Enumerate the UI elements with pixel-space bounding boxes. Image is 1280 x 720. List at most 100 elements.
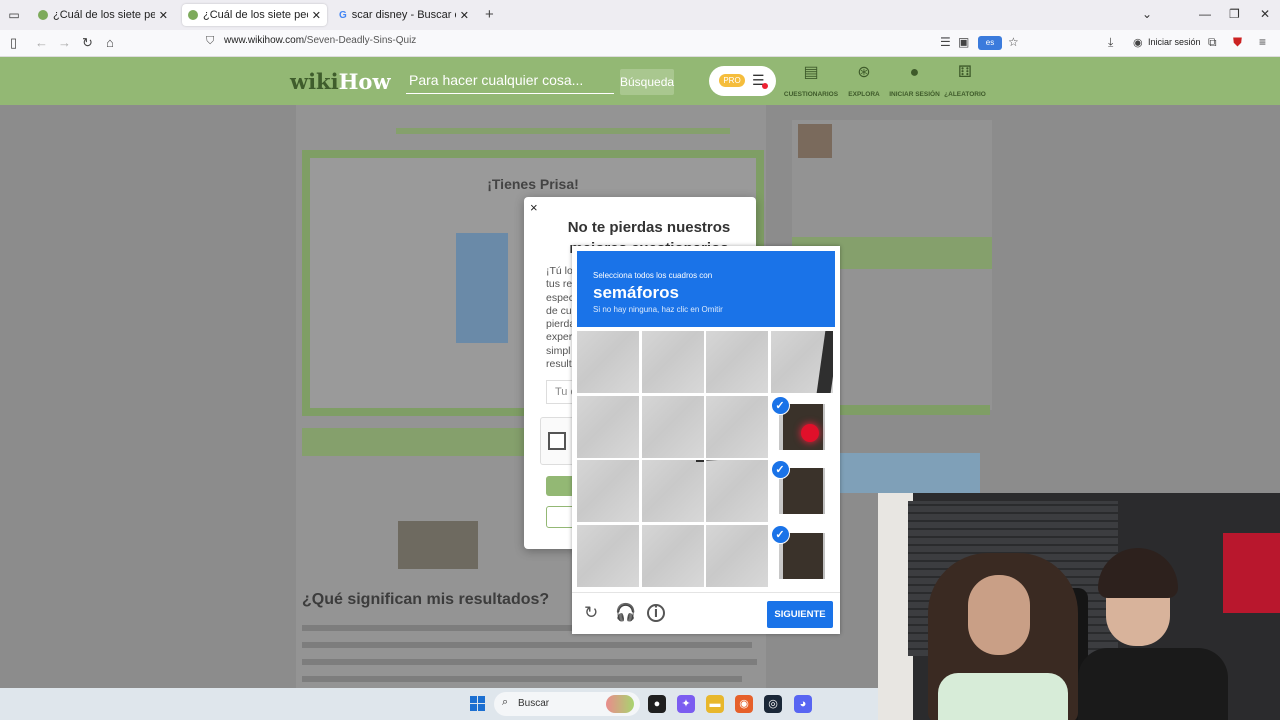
taskbar-search-label: Buscar (518, 698, 550, 709)
ublock-extension-icon[interactable]: ⛊ (1233, 35, 1242, 50)
webcam-person-right (1078, 548, 1228, 720)
firefox-icon[interactable]: ◉ (735, 695, 753, 713)
close-tab-icon[interactable]: ✕ (312, 9, 321, 22)
webcam-shirt (938, 673, 1068, 720)
headphones-icon[interactable]: 🎧 (615, 603, 636, 623)
logo-how: How (338, 69, 391, 94)
discord-icon[interactable]: ◕ (794, 695, 812, 713)
captcha-tile[interactable] (641, 331, 704, 393)
reload-icon[interactable]: ↻ (584, 603, 598, 623)
captcha-tile[interactable] (706, 460, 768, 522)
reader-view-icon[interactable]: ☰ (940, 35, 951, 49)
webcam-shelf (1223, 533, 1280, 613)
traffic-light-arm-shape (695, 460, 704, 462)
windows-taskbar: ⌕ Buscar ● ✦ ▬ ◉ ◎ ◕ (0, 688, 878, 720)
nav-random[interactable]: ⚅ ¿ALEATORIO (944, 63, 986, 98)
menu-icon[interactable]: ≡ (1259, 35, 1266, 49)
extensions-icon[interactable]: ⧉ (1208, 35, 1217, 50)
next-button[interactable]: SIGUIENTE (767, 601, 833, 628)
captcha-tile[interactable] (577, 460, 639, 522)
webcam-person-left (928, 553, 1078, 720)
character-image (456, 233, 508, 343)
pole-shape (816, 331, 833, 393)
copilot-icon[interactable]: ✦ (677, 695, 695, 713)
url-host: www.wikihow.com (224, 35, 305, 46)
nav-login[interactable]: ● INICIAR SESIÓN (887, 63, 942, 98)
webcam-hair (1098, 548, 1178, 598)
author-avatar (798, 124, 832, 158)
logo-wiki: wiki (290, 69, 339, 94)
taskbar-search[interactable]: ⌕ Buscar (494, 692, 640, 716)
close-tab-icon[interactable]: ✕ (159, 9, 168, 22)
captcha-tile[interactable] (706, 395, 768, 458)
captcha-tile[interactable] (641, 460, 704, 522)
sidebar-toggle-icon[interactable]: ▯ (10, 35, 17, 51)
notification-dot (762, 83, 768, 89)
recaptcha-challenge: Selecciona todos los cuadros con semáfor… (572, 246, 840, 634)
user-icon: ● (909, 64, 920, 81)
captcha-tile[interactable]: ✓ (770, 524, 833, 587)
close-window-icon[interactable]: ✕ (1260, 7, 1270, 21)
start-icon[interactable] (470, 696, 485, 711)
info-icon[interactable]: i (647, 604, 665, 622)
bookmark-star-icon[interactable]: ☆ (1008, 35, 1019, 49)
tab-label: scar disney - Buscar con Google (351, 9, 456, 21)
file-explorer-icon[interactable]: ▬ (706, 695, 724, 713)
close-tab-icon[interactable]: ✕ (460, 9, 469, 22)
site-info-icon[interactable]: ⛉ (206, 35, 214, 48)
back-icon[interactable]: ← (35, 35, 48, 50)
browser-tab-active[interactable]: ¿Cuál de los siete pecados capi ✕ (182, 4, 327, 26)
tab-label: ¿Cuál de los siete pecados capi (53, 9, 155, 21)
nav-label: INICIAR SESIÓN (889, 91, 940, 98)
wikihow-search-button[interactable]: Búsqueda (620, 69, 674, 95)
captcha-tile[interactable] (577, 524, 639, 587)
captcha-tile[interactable] (641, 524, 704, 587)
wikihow-favicon-icon (38, 10, 48, 20)
reload-icon[interactable]: ↻ (82, 35, 93, 51)
captcha-tile[interactable]: ✓ (770, 395, 833, 458)
captcha-tile[interactable]: ✓ (770, 460, 833, 522)
downloads-icon[interactable]: ⤓ (1108, 35, 1113, 50)
selected-check-icon: ✓ (770, 460, 790, 479)
compass-icon: ⊛ (857, 64, 871, 81)
nav-quizzes[interactable]: ▤ CUESTIONARIOS (783, 63, 839, 98)
recaptcha-checkbox[interactable] (548, 432, 566, 450)
selected-check-icon: ✓ (770, 524, 790, 544)
nav-explore[interactable]: ⊛ EXPLORA (846, 63, 882, 98)
captcha-tile[interactable] (706, 524, 768, 587)
selected-check-icon: ✓ (770, 395, 790, 415)
tab-overflow-chevron-icon[interactable]: ⌄ (1142, 7, 1152, 21)
webcam-shirt (1078, 648, 1228, 720)
home-icon[interactable]: ⌂ (106, 35, 114, 50)
maximize-icon[interactable]: ❐ (1229, 7, 1240, 21)
captcha-tile[interactable] (641, 395, 704, 458)
pro-badge: PRO (719, 74, 745, 87)
forward-icon[interactable]: → (58, 35, 71, 50)
results-heading: ¿Qué significan mis resultados? (302, 591, 550, 608)
captcha-tile[interactable] (577, 395, 639, 458)
browser-tab[interactable]: ¿Cuál de los siete pecados capi ✕ (32, 4, 174, 26)
address-bar[interactable]: www.wikihow.com/Seven-Deadly-Sins-Quiz (224, 35, 416, 46)
close-icon[interactable]: × (530, 200, 538, 215)
wikihow-favicon-icon (188, 10, 198, 20)
new-tab-icon[interactable]: + (485, 6, 494, 23)
captcha-tile[interactable] (770, 331, 833, 393)
signin-button[interactable]: Iniciar sesión (1148, 37, 1201, 47)
translate-icon[interactable]: es (978, 36, 1002, 50)
wikihow-logo[interactable]: wikiHow (290, 69, 391, 94)
nav-label: EXPLORA (848, 91, 880, 98)
github-icon[interactable]: ● (648, 695, 666, 713)
search-highlight-icon (606, 695, 634, 713)
nav-label: CUESTIONARIOS (783, 91, 839, 98)
screenshot-icon[interactable]: ▣ (958, 35, 969, 49)
traffic-light-shape (782, 468, 823, 514)
steam-icon[interactable]: ◎ (764, 695, 782, 713)
browser-tab[interactable]: G scar disney - Buscar con Google ✕ (333, 4, 475, 26)
minimize-icon[interactable]: — (1199, 7, 1211, 21)
captcha-tile[interactable] (577, 331, 639, 393)
captcha-tile[interactable] (706, 331, 768, 393)
wikihow-search-input[interactable]: Para hacer cualquier cosa... (406, 72, 614, 94)
pro-menu-button[interactable]: PRO ☰ (709, 66, 776, 96)
browser-tabbar: ▭ ¿Cuál de los siete pecados capi ✕ ¿Cuá… (0, 0, 1280, 30)
tab-list-icon[interactable]: ▭ (6, 7, 22, 23)
